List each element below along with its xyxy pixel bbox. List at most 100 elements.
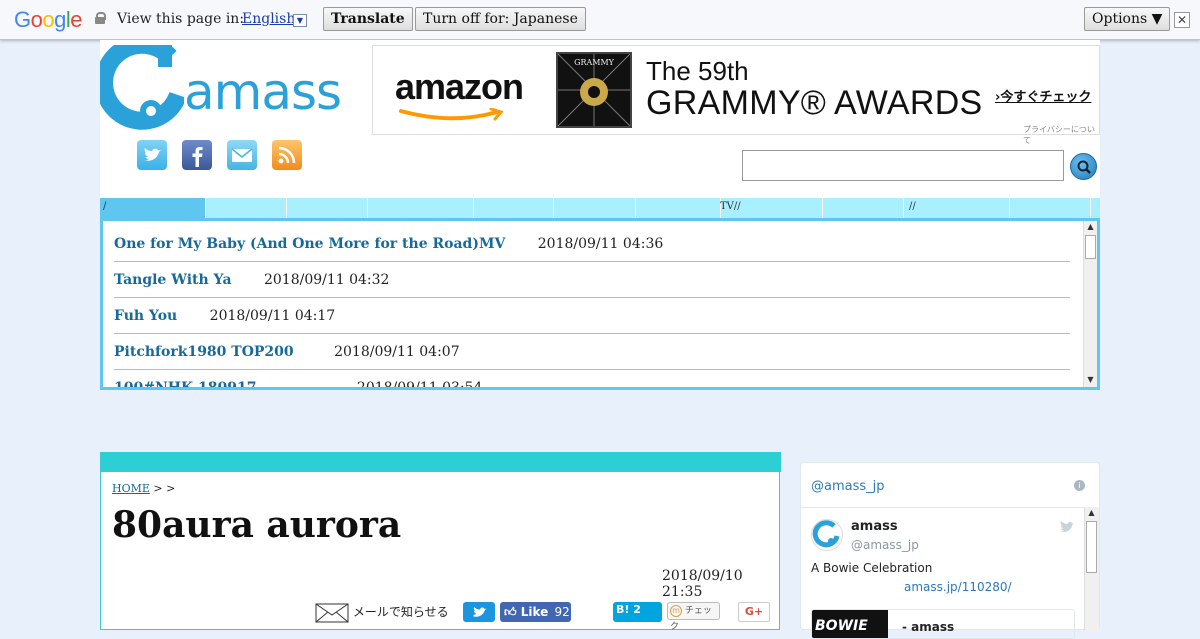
ad-privacy-link[interactable]: プライバシーについて [1023, 124, 1099, 146]
nav-item[interactable] [1010, 198, 1091, 218]
scroll-thumb[interactable] [1086, 521, 1097, 573]
ad-cta-label: 今すぐチェック [1000, 90, 1092, 105]
site-logo[interactable]: amass [95, 35, 342, 131]
facebook-like-button[interactable]: 👍︎ Like 92 [500, 602, 571, 622]
google-logo-letter: e [70, 7, 83, 32]
twitter-icon[interactable] [137, 140, 167, 170]
google-logo-letter: o [42, 7, 55, 32]
news-time: 2018/09/11 04:07 [334, 344, 460, 360]
news-title[interactable]: Tangle With Ya [114, 272, 232, 288]
article-title: 80aura aurora [112, 504, 402, 546]
grammy-badge-text: GRAMMY [574, 58, 614, 67]
nav-item[interactable] [474, 198, 554, 218]
nav-item[interactable] [554, 198, 636, 218]
hatena-bookmark-count: 2 [633, 603, 641, 616]
news-time: 2018/09/11 04:36 [537, 236, 664, 252]
mixi-check-button[interactable]: m チェック [667, 602, 720, 632]
news-title[interactable]: 100#NHK 180917 [114, 380, 256, 387]
news-item[interactable]: Fuh You 2018/09/11 04:17 [114, 298, 1070, 334]
nav-item[interactable] [368, 198, 474, 218]
news-title[interactable]: Pitchfork1980 TOP200 [114, 344, 294, 360]
tweet-author-name[interactable]: amass [851, 519, 898, 534]
news-item[interactable]: 100#NHK 180917 2018/09/11 03:54 [114, 370, 1070, 387]
mail-notify-button[interactable]: メールで知らせる [315, 602, 450, 622]
search-icon [1077, 160, 1091, 174]
article: HOME > > 80aura aurora 2018/09/10 21:35 … [100, 452, 781, 632]
translate-bar: Google View this page in: English ▼ Tran… [0, 0, 1200, 40]
article-header-band [101, 452, 781, 472]
google-logo-letter: G [14, 7, 31, 32]
scroll-up-icon[interactable]: ▲ [1085, 507, 1098, 519]
news-time: 2018/09/11 04:32 [263, 272, 390, 288]
turn-off-button[interactable]: Turn off for: Japanese [415, 7, 586, 31]
google-logo-letter: g [54, 7, 66, 32]
mail-icon[interactable] [227, 140, 257, 170]
news-item[interactable]: One for My Baby (And One More for the Ro… [114, 226, 1070, 262]
scroll-thumb[interactable] [1085, 235, 1096, 259]
google-plus-button[interactable]: G+ [738, 602, 770, 622]
nav-item[interactable]: TV// [636, 198, 741, 218]
amazon-logo-text: amazon [395, 66, 524, 107]
language-select[interactable]: English [242, 11, 295, 27]
news-scrollbar[interactable]: ▲ ▼ [1083, 221, 1097, 387]
category-nav: / TV// // [100, 198, 1100, 218]
search-button[interactable] [1070, 153, 1097, 180]
tweet-card-title: - amass [902, 620, 955, 634]
search-input[interactable] [742, 150, 1064, 181]
nav-item[interactable]: / [100, 198, 206, 218]
page: amass amazon GRAMMY The 59th GRAMMY® AWA… [95, 35, 1100, 639]
scroll-up-icon[interactable]: ▲ [1084, 221, 1097, 233]
google-logo: Google [14, 7, 83, 33]
news-title[interactable]: Fuh You [114, 308, 177, 324]
avatar[interactable] [811, 519, 843, 551]
chevron-down-icon[interactable]: ▼ [293, 14, 307, 27]
info-icon[interactable]: i [1074, 480, 1085, 491]
breadcrumb-home-link[interactable]: HOME [112, 482, 150, 495]
translate-label: View this page in: [117, 11, 245, 27]
facebook-like-count: 92 [554, 605, 570, 619]
news-list: One for My Baby (And One More for the Ro… [100, 218, 1100, 390]
timeline-header-link[interactable]: @amass_jp [811, 479, 885, 494]
facebook-like-label: Like [520, 605, 549, 619]
twitter-timeline: @amass_jp i amass @amass_jp A Bowie Cele… [800, 462, 1100, 639]
twitter-icon[interactable] [1059, 520, 1075, 534]
hatena-bookmark-label: B! [616, 603, 630, 616]
nav-item[interactable]: // [904, 198, 1010, 218]
tweet-text: A Bowie Celebration [811, 561, 933, 575]
tweet-author-handle[interactable]: @amass_jp [851, 538, 919, 552]
nav-item[interactable] [718, 198, 823, 218]
amazon-smile-icon [399, 108, 504, 121]
facebook-icon[interactable] [182, 140, 212, 170]
scroll-down-icon[interactable]: ▼ [1084, 374, 1097, 386]
tweet-button[interactable] [463, 602, 495, 622]
mixi-icon: m [670, 605, 682, 617]
amass-logo-icon [95, 35, 187, 130]
tweet-card-image: BOWIE [812, 610, 888, 638]
timeline-scrollbar[interactable]: ▲ [1084, 507, 1099, 631]
nav-item[interactable] [206, 198, 287, 218]
grammy-badge: GRAMMY [556, 52, 632, 128]
twitter-icon [473, 607, 487, 617]
ad-title-line2: GRAMMY® AWARDS [646, 84, 983, 122]
thumbs-up-icon: 👍︎ [504, 605, 517, 619]
envelope-icon [315, 603, 349, 622]
mail-notify-label: メールで知らせる [352, 605, 449, 619]
ad-cta-link[interactable]: ›今すぐチェック [995, 86, 1091, 105]
news-title[interactable]: One for My Baby (And One More for the Ro… [114, 236, 505, 252]
translate-button[interactable]: Translate [323, 7, 413, 31]
hatena-bookmark-button[interactable]: B! 2 [613, 602, 662, 622]
nav-item[interactable] [823, 198, 904, 218]
news-item[interactable]: Pitchfork1980 TOP200 2018/09/11 04:07 [114, 334, 1070, 370]
google-logo-letter: o [30, 7, 43, 32]
close-icon[interactable]: ✕ [1174, 12, 1190, 28]
tweet-link[interactable]: amass.jp/110280/ [904, 580, 1012, 594]
news-item[interactable]: Tangle With Ya 2018/09/11 04:32 [114, 262, 1070, 298]
logo-text: amass [184, 63, 342, 121]
options-button[interactable]: Options ▼ [1084, 7, 1171, 31]
nav-item[interactable] [287, 198, 368, 218]
rss-icon[interactable] [272, 140, 302, 170]
ad-banner[interactable]: amazon GRAMMY The 59th GRAMMY® AWARDS ›今… [372, 45, 1100, 145]
lock-icon [95, 12, 106, 24]
tweet-card[interactable]: BOWIE - amass [811, 609, 1075, 639]
breadcrumb-separators: > > [153, 482, 176, 495]
